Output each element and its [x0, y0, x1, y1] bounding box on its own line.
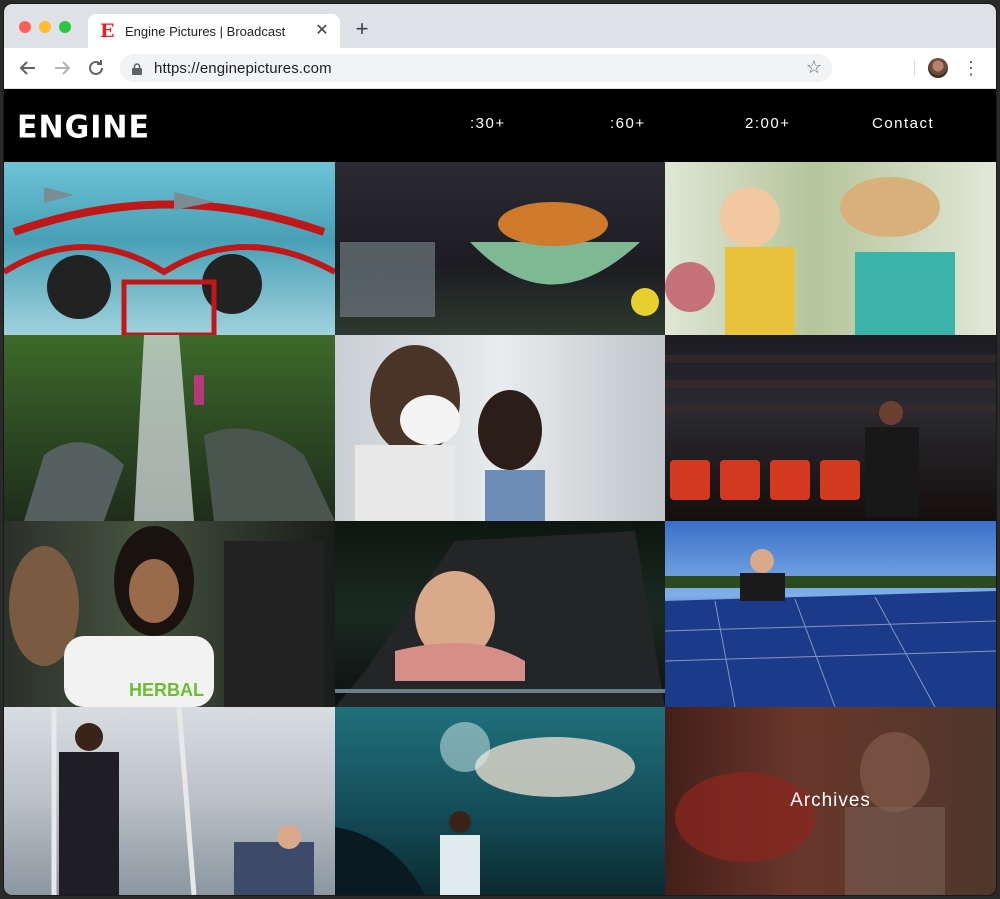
nav-link-30[interactable]: :30+ — [470, 115, 506, 132]
menu-dots-icon[interactable]: ⋮ — [962, 56, 980, 80]
window-minimize-button[interactable] — [39, 21, 51, 33]
video-thumbnail-solar-panels[interactable] — [665, 521, 996, 707]
browser-tab[interactable]: E Engine Pictures | Broadcast ✕ — [88, 14, 340, 48]
video-grid: HERBAL Archives — [4, 162, 996, 895]
nav-link-60[interactable]: :60+ — [610, 115, 646, 132]
tab-strip: E Engine Pictures | Broadcast ✕ + — [4, 4, 996, 48]
engine-favicon-icon: E — [100, 20, 115, 42]
site-logo[interactable]: ENGINE — [17, 109, 150, 146]
browser-window: E Engine Pictures | Broadcast ✕ + https:… — [4, 4, 996, 895]
video-thumbnail-car-window[interactable] — [335, 521, 665, 707]
new-tab-icon[interactable]: + — [350, 18, 374, 42]
engine-site: ENGINE :30+ :60+ 2:00+ Contact HERBAL Ar… — [4, 89, 996, 895]
video-thumbnail-herbalife[interactable]: HERBAL — [4, 521, 335, 707]
forward-arrow-icon[interactable] — [50, 56, 74, 80]
video-thumbnail-mother-child[interactable] — [665, 162, 996, 335]
video-thumbnail-flag-chairs[interactable] — [665, 335, 996, 521]
lock-icon — [132, 62, 142, 80]
url-text: https://enginepictures.com — [154, 60, 332, 77]
tab-close-icon[interactable]: ✕ — [312, 21, 332, 41]
toolbar-divider — [914, 60, 915, 76]
nav-link-contact[interactable]: Contact — [872, 115, 934, 132]
video-thumbnail-fruit-bowl[interactable] — [335, 162, 665, 335]
bookmark-star-icon[interactable]: ☆ — [806, 57, 822, 78]
video-thumbnail-shaving[interactable] — [335, 335, 665, 521]
video-thumbnail-subway[interactable] — [4, 707, 335, 895]
svg-text:HERBAL: HERBAL — [129, 680, 204, 700]
tab-title: Engine Pictures | Broadcast — [125, 24, 286, 39]
video-thumbnail-polar-bear[interactable] — [335, 707, 665, 895]
video-thumbnail-waterfall[interactable] — [4, 335, 335, 521]
nav-link-200[interactable]: 2:00+ — [745, 115, 790, 132]
back-arrow-icon[interactable] — [16, 56, 40, 80]
window-maximize-button[interactable] — [59, 21, 71, 33]
video-thumbnail-shark-car[interactable] — [4, 162, 335, 335]
reload-icon[interactable] — [84, 56, 108, 80]
address-bar[interactable]: https://enginepictures.com ☆ — [120, 54, 832, 82]
archives-label: Archives — [790, 790, 871, 811]
archives-tile[interactable]: Archives — [665, 707, 996, 895]
browser-toolbar: https://enginepictures.com ☆ ⋮ — [4, 48, 996, 89]
profile-avatar[interactable] — [928, 58, 948, 78]
window-close-button[interactable] — [19, 21, 31, 33]
